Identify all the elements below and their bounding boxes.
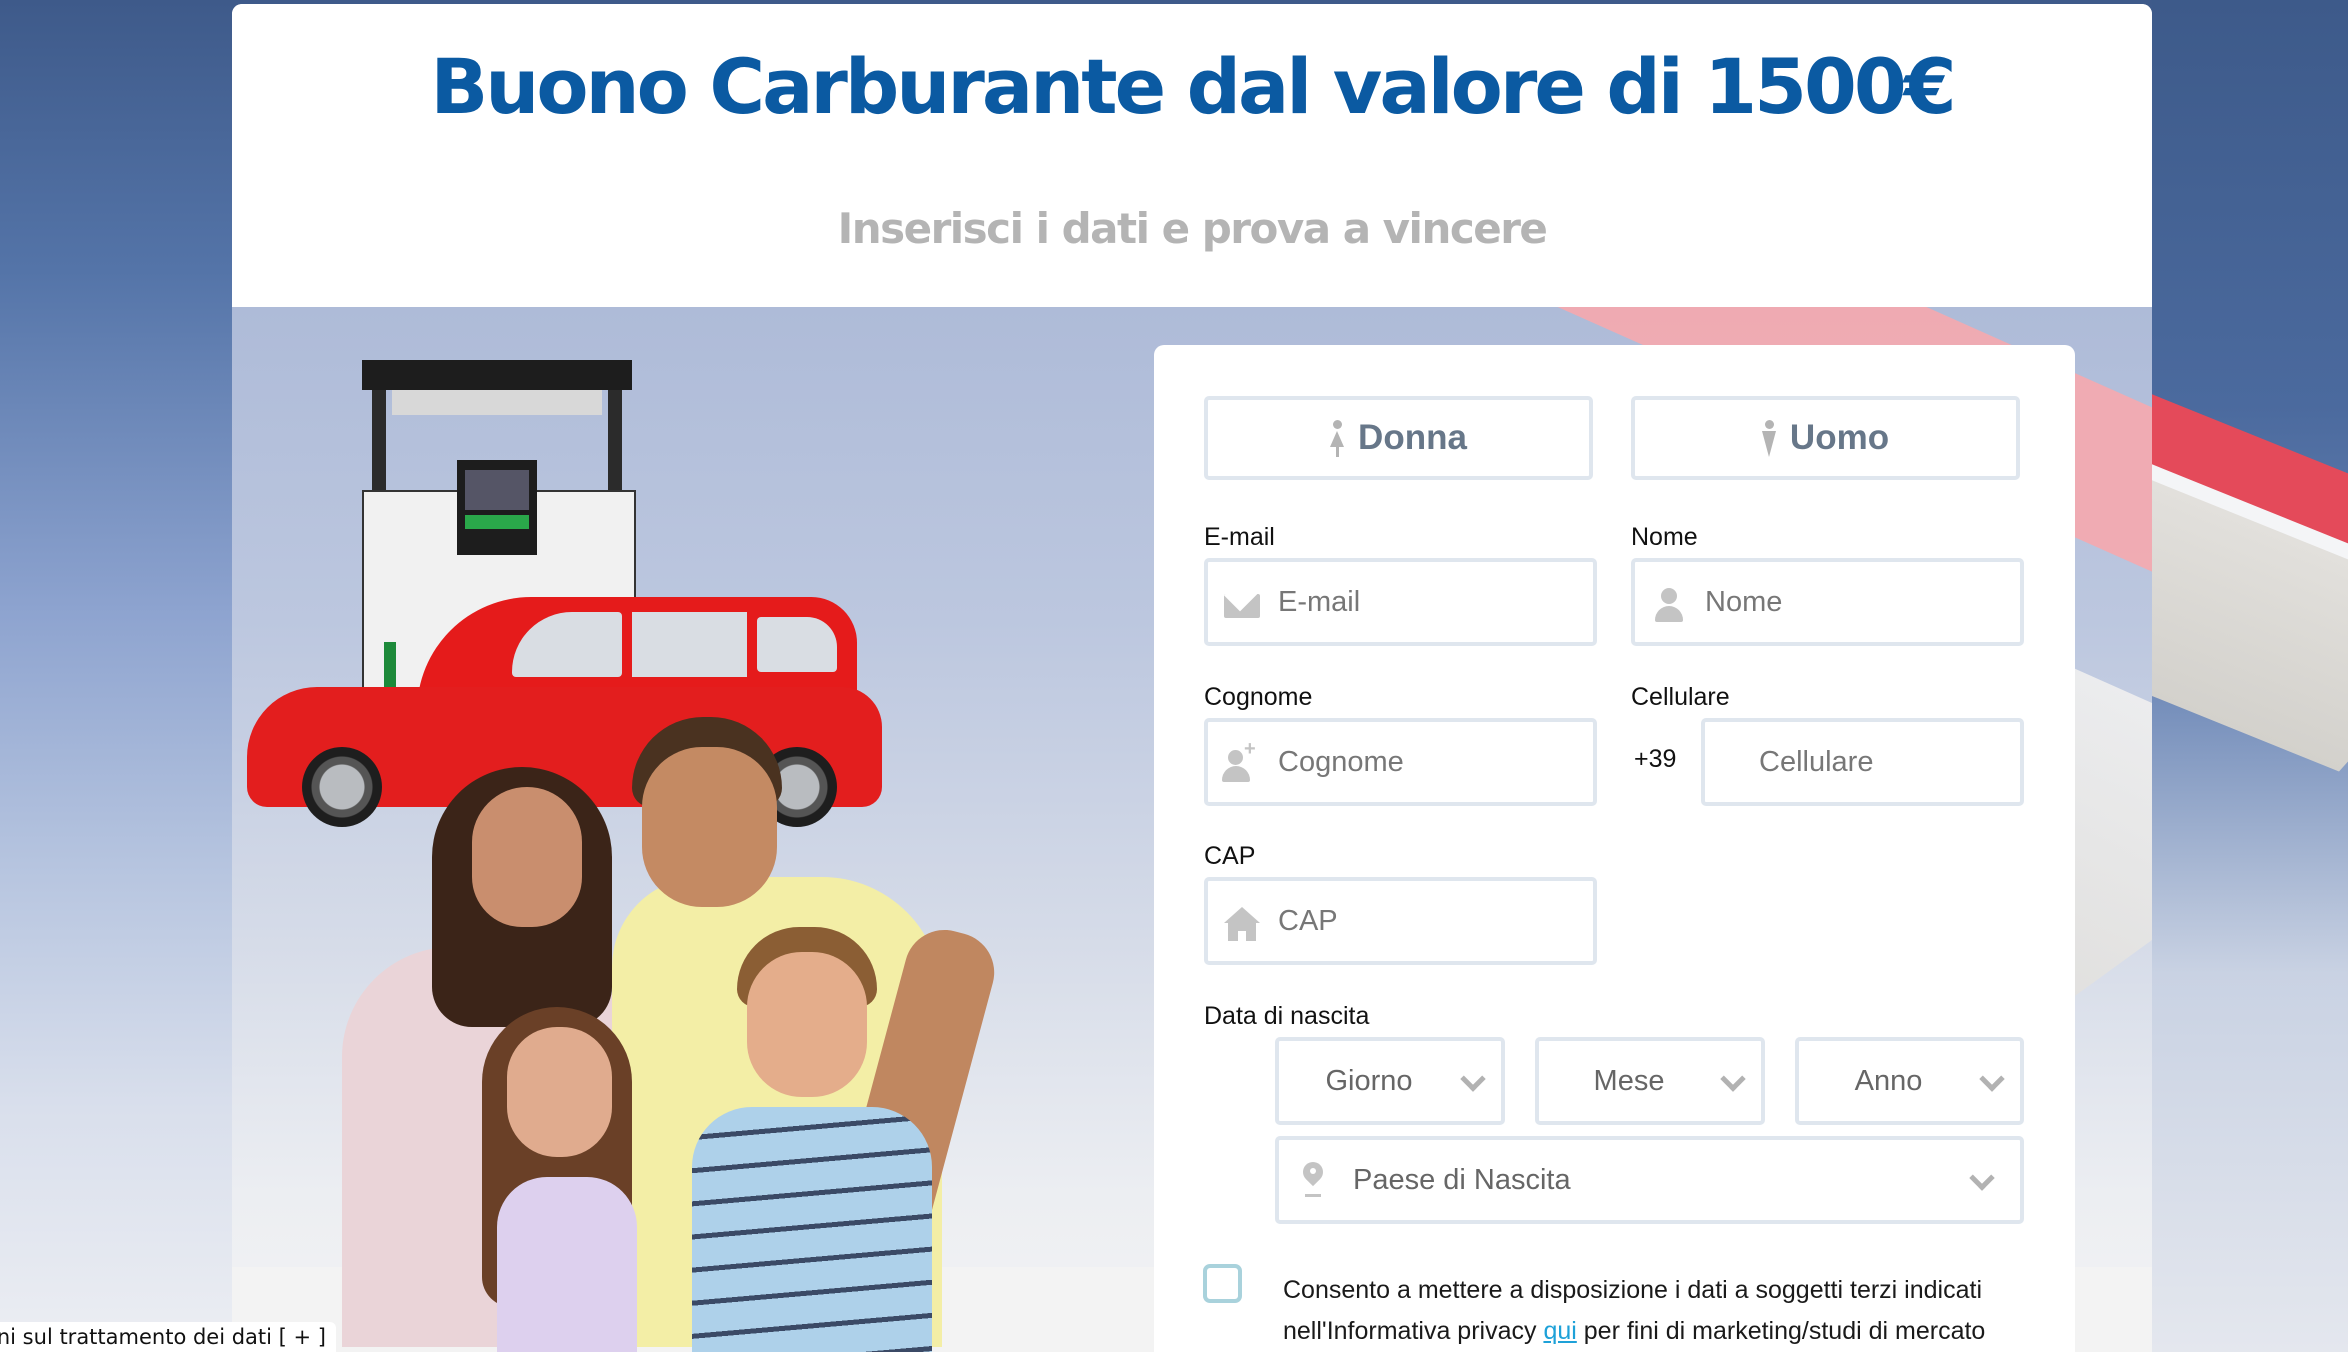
gender-donna-label: Donna: [1358, 418, 1467, 457]
giorno-select[interactable]: Giorno: [1275, 1037, 1505, 1125]
mese-select[interactable]: Mese: [1535, 1037, 1765, 1125]
nome-field[interactable]: [1631, 558, 2084, 646]
background-canopy-image: [2152, 0, 2348, 1352]
consent-text: Consento a mettere a disposizione i dati…: [1283, 1276, 1986, 1345]
cognome-label: Cognome: [1204, 683, 1313, 711]
page-subtitle: Inserisci i dati e prova a vincere: [837, 204, 1548, 253]
anno-select[interactable]: Anno: [1795, 1037, 2024, 1125]
privacy-info-label: Informazioni sul trattamento dei dati [ …: [0, 1325, 326, 1349]
home-icon: [1222, 901, 1262, 941]
email-field[interactable]: [1204, 558, 1657, 646]
envelope-icon: [1222, 582, 1262, 622]
map-pin-icon: [1293, 1157, 1333, 1200]
boy-figure: [692, 1107, 932, 1352]
email-input[interactable]: [1276, 584, 1657, 620]
privacy-info-tab[interactable]: Informazioni sul trattamento dei dati [ …: [0, 1322, 336, 1352]
female-icon: [1330, 420, 1345, 457]
gender-donna-button[interactable]: Donna: [1204, 396, 1593, 480]
nome-label: Nome: [1631, 523, 1698, 551]
pump-display: [457, 460, 537, 555]
email-label: E-mail: [1204, 523, 1275, 551]
birthdate-label: Data di nascita: [1204, 1002, 1370, 1030]
landing-card: Buono Carburante dal valore di 1500€ Ins…: [232, 4, 2152, 1352]
cellulare-label: Cellulare: [1631, 683, 1730, 711]
mese-select-value: Mese: [1593, 1064, 1665, 1097]
chevron-down-icon: [1978, 1068, 2004, 1094]
anno-select-value: Anno: [1854, 1064, 1923, 1097]
paese-nascita-value: Paese di Nascita: [1353, 1163, 1571, 1196]
registration-form: Donna Uomo E-mail Nome Cognome + Cellula…: [1154, 345, 2138, 1352]
user-plus-icon: +: [1222, 738, 1262, 782]
page-title: Buono Carburante dal valore di 1500€: [430, 42, 1956, 131]
male-icon: [1761, 420, 1776, 457]
paese-nascita-select[interactable]: Paese di Nascita: [1275, 1136, 2024, 1224]
phone-prefix: +39: [1634, 745, 1677, 773]
cellulare-input[interactable]: [1757, 744, 2138, 780]
user-icon: [1649, 582, 1689, 622]
gender-uomo-label: Uomo: [1789, 418, 1890, 457]
chevron-down-icon: [1459, 1068, 1485, 1094]
giorno-select-value: Giorno: [1325, 1064, 1413, 1097]
consent-checkbox[interactable]: [1203, 1264, 1242, 1303]
cellulare-field[interactable]: [1701, 718, 2138, 806]
privacy-link[interactable]: qui: [1543, 1317, 1576, 1345]
chevron-down-icon: [1719, 1068, 1745, 1094]
cap-input[interactable]: [1276, 903, 1657, 939]
nome-input[interactable]: [1703, 584, 2084, 620]
cognome-input[interactable]: [1276, 744, 1657, 780]
header: Buono Carburante dal valore di 1500€ Ins…: [232, 4, 2152, 307]
family-car-photo: [232, 307, 1132, 1352]
gender-uomo-button[interactable]: Uomo: [1631, 396, 2020, 480]
cognome-field[interactable]: +: [1204, 718, 1657, 806]
cap-label: CAP: [1204, 842, 1256, 870]
chevron-down-icon: [1968, 1167, 1994, 1193]
cap-field[interactable]: [1204, 877, 1657, 965]
